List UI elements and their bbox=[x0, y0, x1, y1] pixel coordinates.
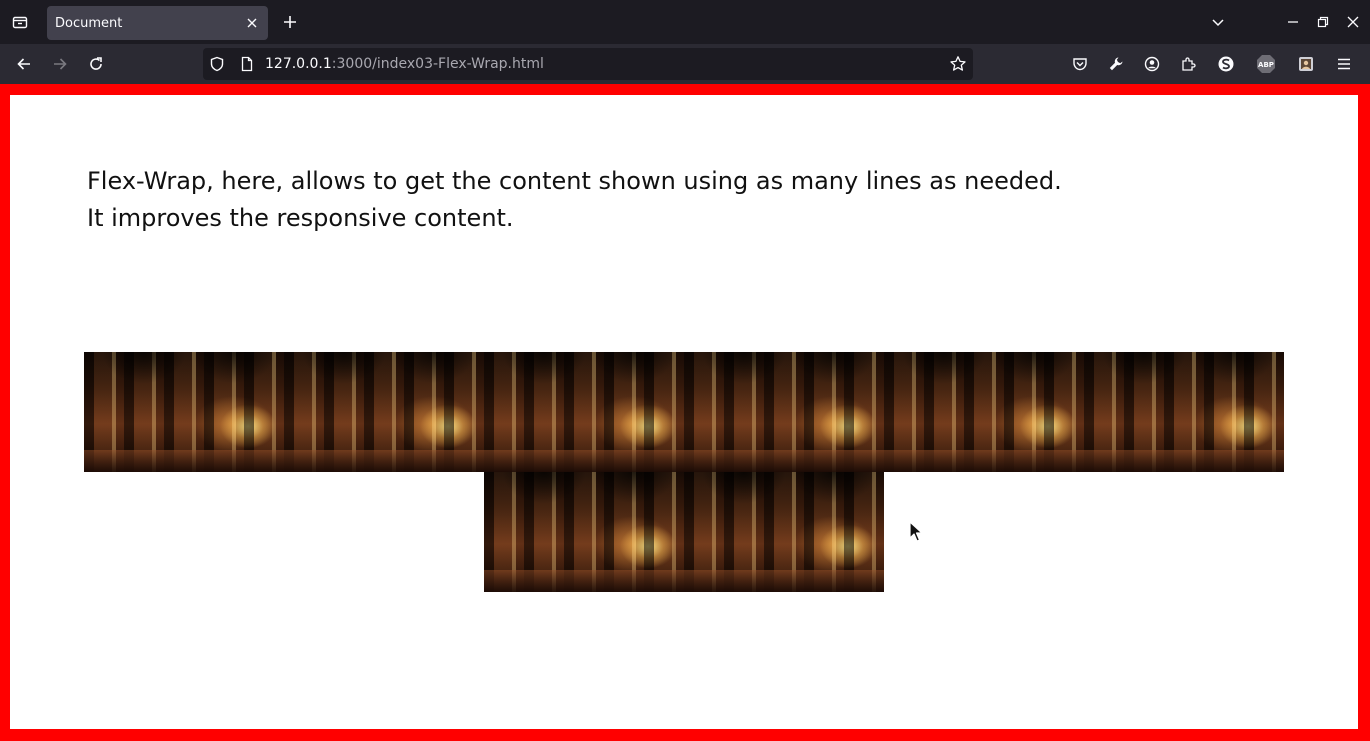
photo-floor-shade bbox=[684, 570, 884, 592]
page-viewport: Flex-Wrap, here, allows to get the conte… bbox=[0, 84, 1370, 741]
tab-title: Document bbox=[55, 15, 123, 31]
tab-document[interactable]: Document bbox=[47, 6, 268, 40]
url-path: :3000/index03-Flex-Wrap.html bbox=[331, 56, 544, 72]
photo-floor-shade bbox=[484, 570, 684, 592]
nav-bar: 127.0.0.1:3000/index03-Flex-Wrap.html AB… bbox=[0, 44, 1370, 84]
url-host: 127.0.0.1 bbox=[265, 56, 332, 72]
url-bar[interactable]: 127.0.0.1:3000/index03-Flex-Wrap.html bbox=[203, 48, 973, 80]
photo-floor-shade bbox=[84, 450, 284, 472]
addon-s-icon[interactable] bbox=[1212, 50, 1240, 78]
mouse-cursor-icon bbox=[909, 521, 923, 543]
account-icon[interactable] bbox=[1138, 50, 1166, 78]
close-icon[interactable] bbox=[242, 13, 262, 33]
cloister-photo bbox=[484, 472, 684, 592]
arrow-right-icon[interactable] bbox=[46, 50, 74, 78]
shield-icon[interactable] bbox=[209, 56, 225, 72]
cloister-photo bbox=[884, 352, 1084, 472]
restore-icon[interactable] bbox=[1311, 10, 1335, 34]
hamburger-menu-icon[interactable] bbox=[1330, 50, 1358, 78]
pocket-icon[interactable] bbox=[1066, 50, 1094, 78]
puzzle-icon[interactable] bbox=[1174, 50, 1202, 78]
abp-label: ABP bbox=[1258, 61, 1274, 69]
wrench-icon[interactable] bbox=[1102, 50, 1130, 78]
url-text[interactable]: 127.0.0.1:3000/index03-Flex-Wrap.html bbox=[265, 56, 544, 72]
page-body: Flex-Wrap, here, allows to get the conte… bbox=[10, 95, 1358, 729]
flex-wrap-gallery bbox=[84, 352, 1284, 592]
tab-bar: Document bbox=[0, 0, 1370, 44]
cloister-photo bbox=[484, 352, 684, 472]
photo-floor-shade bbox=[884, 450, 1084, 472]
cloister-photo bbox=[1084, 352, 1284, 472]
photo-floor-shade bbox=[684, 450, 884, 472]
abp-icon[interactable]: ABP bbox=[1252, 50, 1280, 78]
reload-icon[interactable] bbox=[82, 50, 110, 78]
cloister-photo bbox=[684, 472, 884, 592]
photo-floor-shade bbox=[484, 450, 684, 472]
intro-line-1: Flex-Wrap, here, allows to get the conte… bbox=[87, 167, 1062, 195]
chevron-down-icon[interactable] bbox=[1206, 10, 1230, 34]
arrow-left-icon[interactable] bbox=[10, 50, 38, 78]
intro-text: Flex-Wrap, here, allows to get the conte… bbox=[87, 163, 1062, 237]
tab-list-icon[interactable] bbox=[6, 8, 34, 36]
intro-line-2: It improves the responsive content. bbox=[87, 204, 514, 232]
photo-floor-shade bbox=[284, 450, 484, 472]
addon-photo-icon[interactable] bbox=[1292, 50, 1320, 78]
cloister-photo bbox=[84, 352, 284, 472]
photo-floor-shade bbox=[1084, 450, 1284, 472]
plus-icon[interactable] bbox=[278, 9, 302, 35]
close-icon[interactable] bbox=[1341, 10, 1365, 34]
cloister-photo bbox=[284, 352, 484, 472]
minimize-icon[interactable] bbox=[1281, 10, 1305, 34]
page-icon[interactable] bbox=[239, 56, 255, 72]
star-icon[interactable] bbox=[949, 55, 967, 73]
cloister-photo bbox=[684, 352, 884, 472]
